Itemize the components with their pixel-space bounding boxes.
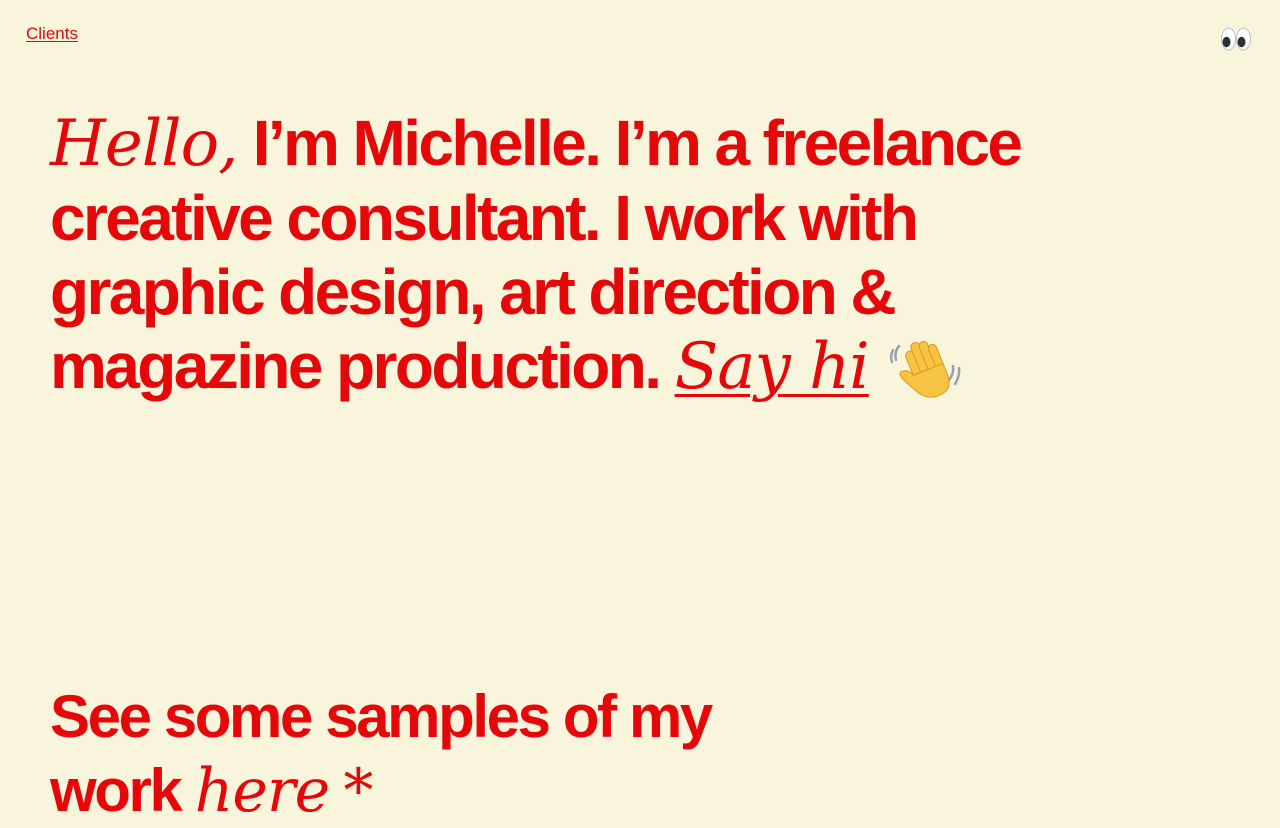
clients-link[interactable]: Clients xyxy=(26,24,78,44)
eyes-icon[interactable] xyxy=(1220,24,1252,54)
say-hi-link[interactable]: Say hi xyxy=(675,330,870,404)
samples-asterisk: * xyxy=(343,756,373,826)
samples-heading: See some samples of my work here * xyxy=(50,680,810,828)
waving-hand-icon xyxy=(889,340,961,398)
hero-intro: Hello, I’m Michelle. I’m a freelance cre… xyxy=(50,106,1110,404)
samples-text: See some samples of my work xyxy=(50,683,713,824)
samples-here-link[interactable]: here xyxy=(195,756,330,826)
hero-greeting: Hello, xyxy=(50,107,238,181)
